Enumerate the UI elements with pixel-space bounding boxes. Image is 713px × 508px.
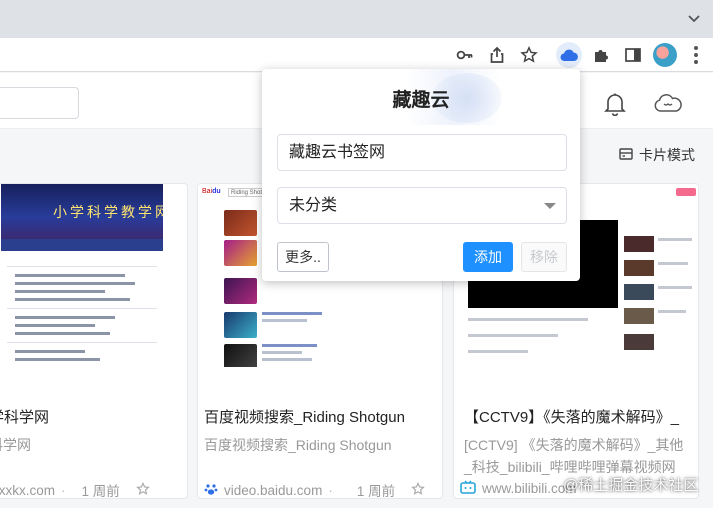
view-mode-label: 卡片模式 <box>639 147 695 163</box>
more-icon[interactable] <box>690 46 702 64</box>
card-desc-line: [CCTV9] 《失落的魔术解码》_其他 <box>464 437 684 453</box>
extension-cloud-icon[interactable] <box>556 42 582 68</box>
cloud-icon[interactable] <box>653 92 683 119</box>
bookmark-popup: 藏趣云 藏趣云书签网 未分类 更多.. 添加 移除 <box>262 69 580 281</box>
profile-avatar[interactable] <box>653 43 677 67</box>
category-selected-value: 未分类 <box>289 197 338 214</box>
share-icon[interactable] <box>484 42 510 68</box>
card-time: 1 周前 <box>81 484 120 499</box>
view-mode-toggle[interactable]: 卡片模式 <box>619 145 695 165</box>
card-view-icon <box>619 147 633 163</box>
puzzle-icon[interactable] <box>588 42 614 68</box>
thumb-banner: 小学科学教学网 <box>1 184 163 239</box>
chevron-down-icon[interactable] <box>685 10 703 28</box>
category-select[interactable]: 未分类 <box>277 187 567 224</box>
card-domain: zjxxkx.com <box>0 482 56 498</box>
sidebar-icon[interactable] <box>620 42 646 68</box>
card-desc: [CCTV9] 《失落的魔术解码》_其他 _科技_bilibili_哔哩哔哩弹幕… <box>464 434 683 478</box>
thumb-banner-text: 小学科学教学网 <box>53 204 163 220</box>
bookmark-card[interactable]: 小学科学教学网 学科学网 科学网 zjxxkx.com · 1 周前 <box>0 183 188 499</box>
search-input[interactable] <box>0 87 79 119</box>
popup-title: 藏趣云 <box>392 90 450 111</box>
card-domain: video.baidu.com <box>224 482 323 498</box>
card-footer: video.baidu.com · 1 周前 <box>204 480 425 499</box>
more-button[interactable]: 更多.. <box>277 242 329 272</box>
baidu-paw-icon <box>204 482 218 499</box>
browser-toolbar <box>0 38 713 72</box>
card-title[interactable]: 学科学网 <box>0 406 49 427</box>
card-desc: 科学网 <box>0 437 31 453</box>
card-thumbnail: 小学科学教学网 <box>1 184 163 367</box>
star-icon[interactable] <box>135 481 150 499</box>
caret-down-icon <box>544 203 556 209</box>
card-desc: 百度视频搜索_Riding Shotgun <box>204 437 392 453</box>
add-button[interactable]: 添加 <box>463 242 513 272</box>
bilibili-icon <box>460 480 476 497</box>
card-title[interactable]: 百度视频搜索_Riding Shotgun <box>204 406 405 427</box>
browser-tabstrip <box>0 0 713 38</box>
baidu-logo: Baidu <box>202 188 221 195</box>
card-title[interactable]: 【CCTV9】《失落的魔术解码》_ <box>464 406 679 427</box>
bookmark-title-field[interactable]: 藏趣云书签网 <box>277 134 567 171</box>
remove-button[interactable]: 移除 <box>521 242 567 272</box>
card-footer: www.bilibili.com <box>460 480 577 497</box>
watermark: @稀土掘金技术社区 <box>563 477 699 494</box>
popup-header: 藏趣云 <box>262 69 580 125</box>
star-icon[interactable] <box>516 42 542 68</box>
card-time: 1 周前 <box>356 484 396 499</box>
key-icon[interactable] <box>452 42 478 68</box>
bell-icon[interactable] <box>604 92 626 121</box>
card-footer: zjxxkx.com · 1 周前 <box>0 480 150 499</box>
star-icon[interactable] <box>411 481 425 499</box>
